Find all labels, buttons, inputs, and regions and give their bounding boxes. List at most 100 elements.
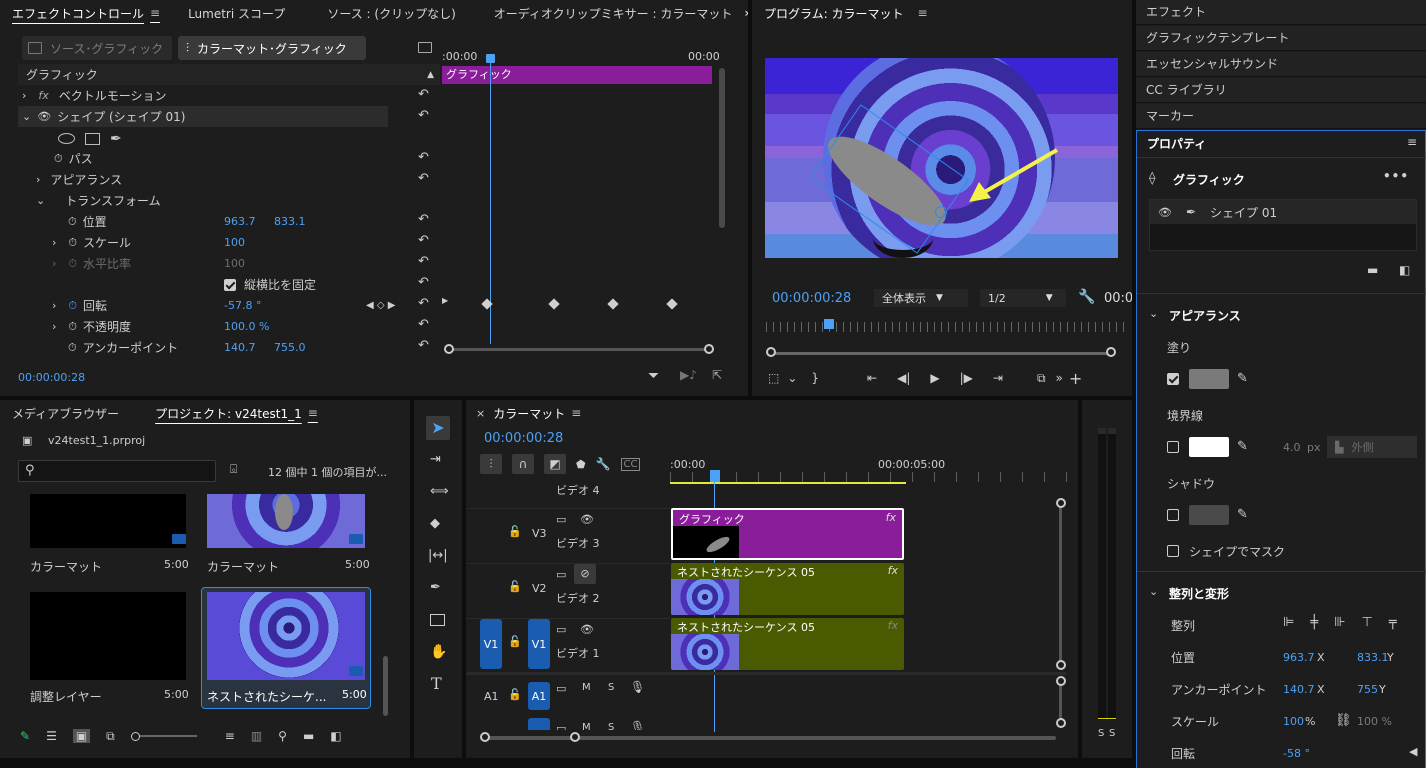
chevron-down-icon[interactable]: ⌄ — [22, 110, 31, 123]
stopwatch-icon[interactable]: ⏱ — [68, 215, 77, 229]
tab-sequence[interactable]: カラーマット ≡ — [485, 400, 589, 426]
anchor-y-value[interactable]: 755 — [1357, 683, 1378, 696]
keyframe[interactable] — [607, 298, 619, 310]
link-icon[interactable]: ⛓ — [1335, 713, 1352, 728]
keyframe-toggle-icon[interactable]: ◀ — [1409, 745, 1417, 758]
mark-out-icon[interactable]: } — [811, 371, 819, 385]
close-tab-icon[interactable]: × — [476, 407, 485, 420]
project-item[interactable]: 調整レイヤー 5:00 — [30, 592, 189, 704]
reset-icon[interactable]: ↶ — [418, 317, 429, 332]
step-back-icon[interactable]: ◀| — [897, 371, 910, 385]
add-button-icon[interactable]: + — [1069, 369, 1082, 388]
panel-menu-icon[interactable]: ≡ — [1407, 135, 1417, 149]
solo-left-button[interactable]: S — [1098, 728, 1104, 739]
panel-menu-icon[interactable]: ≡ — [571, 406, 581, 420]
prop-h-ratio[interactable]: › ⏱ 水平比率 100 — [18, 253, 440, 274]
rectangle-tool-icon[interactable] — [85, 132, 100, 145]
add-marker-icon[interactable]: ⬟ — [576, 458, 586, 471]
film-icon[interactable]: ▭ — [556, 623, 566, 636]
prop-lock-aspect[interactable]: 縦横比を固定 — [18, 274, 316, 295]
chevron-right-icon[interactable]: › — [36, 173, 40, 186]
lock-icon[interactable]: 🔓 — [508, 688, 522, 701]
reset-icon[interactable]: ↶ — [418, 338, 429, 353]
new-item-icon[interactable]: ◧ — [330, 729, 341, 743]
timeline-ruler[interactable] — [670, 472, 1070, 482]
h-scroll-handle-left[interactable] — [480, 732, 490, 742]
align-center-v-icon[interactable]: ╤ — [1389, 615, 1397, 630]
wrench-icon[interactable]: 🔧 — [596, 457, 611, 471]
scroll-handle-right[interactable] — [704, 344, 714, 354]
panel-menu-icon[interactable]: ≡ — [918, 6, 928, 20]
shadow-color-swatch[interactable] — [1189, 505, 1229, 525]
chevron-right-icon[interactable]: › — [22, 89, 26, 102]
layer-row[interactable]: 👁 ✒ シェイプ 01 — [1150, 200, 1416, 224]
solo-button[interactable]: S — [608, 682, 614, 693]
scale-value[interactable]: 100 — [1283, 715, 1304, 728]
snap-icon[interactable]: ∩ — [512, 454, 534, 474]
overflow-tabs-icon[interactable]: » — [740, 0, 748, 26]
pen-tool-icon[interactable]: ✒ — [110, 131, 122, 147]
reset-icon[interactable]: ↶ — [418, 108, 429, 123]
chevron-down-icon[interactable]: ⌄ — [787, 371, 797, 385]
lock-aspect-checkbox[interactable] — [224, 278, 236, 291]
go-to-out-icon[interactable]: ⇥ — [993, 371, 1003, 385]
rotation-value[interactable]: -57.8 ° — [224, 299, 261, 312]
v-scroll-handle-bottom[interactable] — [1056, 660, 1066, 670]
list-view-icon[interactable]: ☰ — [46, 729, 57, 743]
mic-icon[interactable]: 🎙 — [630, 720, 645, 730]
position-x-value[interactable]: 963.7 — [224, 215, 256, 228]
zoom-select[interactable]: 全体表示 ▼ — [874, 289, 968, 307]
hand-tool-icon[interactable]: ✋ — [430, 644, 447, 660]
work-area-bar[interactable] — [670, 482, 906, 484]
mask-checkbox[interactable] — [1167, 545, 1179, 557]
film-icon[interactable]: ▭ — [556, 722, 566, 730]
reset-icon[interactable]: ↶ — [418, 254, 429, 269]
mic-icon[interactable]: 🎙 — [630, 680, 645, 694]
type-tool-icon[interactable]: T — [431, 674, 442, 693]
opacity-value[interactable]: 100.0 % — [224, 320, 269, 333]
audio-scrub-icon[interactable]: ▶♪ — [680, 368, 697, 382]
vertical-scrollbar[interactable] — [719, 68, 725, 228]
tab-audio-clip-mixer[interactable]: オーディオクリップミキサー : カラーマット — [464, 0, 741, 26]
reset-icon[interactable]: ↶ — [418, 150, 429, 165]
anchor-point-handle[interactable] — [935, 206, 947, 218]
prop-position[interactable]: ⏱ 位置 963.7 833.1 — [18, 211, 440, 232]
properties-tab[interactable]: プロパティ — [1147, 135, 1206, 152]
captions-icon[interactable]: CC — [620, 457, 641, 471]
track-target-a2[interactable] — [528, 718, 550, 730]
eyedropper-icon[interactable]: ✎ — [1237, 439, 1248, 454]
prop-anchor[interactable]: ⏱ アンカーポイント 140.7 755.0 — [18, 337, 440, 358]
chevron-right-icon[interactable]: › — [52, 257, 56, 270]
keyframe-nav-icon[interactable]: ◀ ◇ ▶ — [366, 300, 395, 311]
audio-v-scrollbar[interactable] — [1059, 682, 1062, 722]
tab-program[interactable]: プログラム: カラーマット ≡ — [752, 0, 936, 26]
position-x-value[interactable]: 963.7 — [1283, 651, 1315, 664]
anchor-y-value[interactable]: 755.0 — [274, 341, 306, 354]
program-ruler[interactable] — [766, 322, 1126, 332]
keyframe[interactable] — [548, 298, 560, 310]
panel-item-graphic-templates[interactable]: グラフィックテンプレート — [1136, 26, 1426, 51]
clip-nested-v1[interactable]: ネストされたシーケンス 05 fx — [671, 618, 904, 670]
stopwatch-icon[interactable]: ⏱ — [68, 236, 77, 250]
export-frame-icon[interactable]: ⧉ — [1037, 371, 1046, 386]
eye-icon[interactable]: 👁 — [580, 513, 594, 526]
slider-knob[interactable] — [130, 731, 140, 741]
prop-vector-motion[interactable]: › fx ベクトルモーション — [18, 85, 167, 106]
reset-icon[interactable]: ↶ — [418, 212, 429, 227]
eyedropper-icon[interactable]: ✎ — [1237, 371, 1248, 386]
eye-icon[interactable]: 👁 — [1158, 206, 1172, 219]
play-icon[interactable]: ▶ — [930, 371, 939, 385]
solo-button[interactable]: S — [608, 722, 614, 730]
stopwatch-active-icon[interactable]: ⏱ — [68, 299, 77, 313]
chevron-down-icon[interactable]: ⌄ — [36, 194, 45, 207]
film-icon[interactable]: ▭ — [556, 513, 566, 526]
eye-icon[interactable]: 👁 — [37, 110, 51, 123]
timeline-scrollbar[interactable] — [448, 348, 712, 351]
align-center-h-icon[interactable]: ╪ — [1310, 615, 1318, 630]
rectangle-tool-icon[interactable] — [430, 614, 445, 626]
film-icon[interactable]: ▭ — [556, 568, 566, 581]
stroke-width-value[interactable]: 4.0 — [1283, 441, 1301, 454]
go-to-in-icon[interactable]: ⇤ — [867, 371, 877, 385]
stopwatch-icon[interactable]: ⏱ — [54, 152, 63, 166]
timeline-v-scrollbar[interactable] — [1059, 504, 1062, 664]
